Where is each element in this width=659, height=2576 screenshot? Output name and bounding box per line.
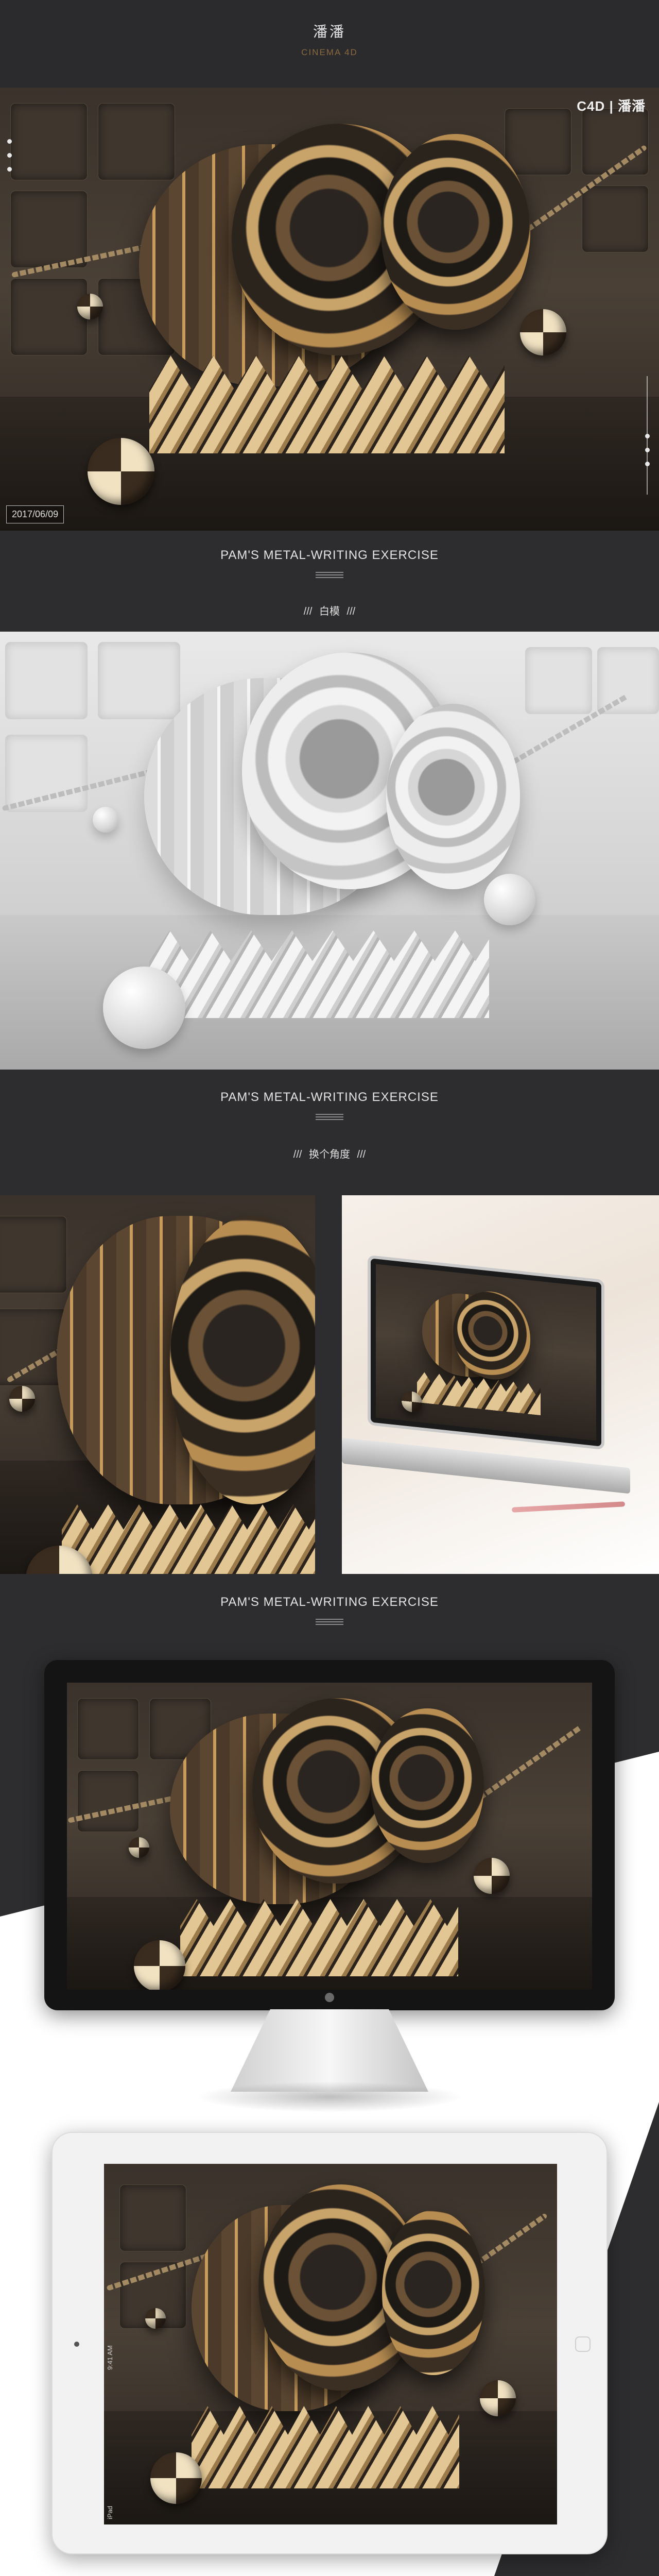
section-subtitle-1: /// 白模 /// [303, 606, 356, 617]
desktop-monitor [44, 1660, 615, 2010]
monitor-ball-small [129, 1837, 149, 1858]
tablet-screen: iPad 9:41 AM [104, 2164, 557, 2524]
pencil [511, 1501, 626, 1513]
tablet-status-carrier: iPad [106, 2505, 114, 2519]
angle-closeup-render [0, 1195, 315, 1574]
section-divider-2 [316, 1114, 343, 1120]
tablet-home-button[interactable] [575, 2336, 591, 2352]
date-stamp: 2017/06/09 [6, 505, 64, 523]
checkered-ball-small [77, 294, 103, 319]
white-coil-right [386, 704, 520, 889]
monitor-coil-right [371, 1708, 484, 1863]
pager-dots-right[interactable] [645, 434, 650, 476]
white-model-render [0, 632, 659, 1070]
page-subtitle: CINEMA 4D [301, 47, 358, 57]
apple-logo-icon [325, 1993, 334, 2002]
laptop-screen [368, 1255, 604, 1450]
tablet-ball-large [150, 2452, 202, 2504]
laptop-screen-render [376, 1264, 596, 1441]
tablet-ball-right [480, 2380, 516, 2416]
white-ball-small [93, 807, 118, 833]
monitor-ball-large [134, 1940, 185, 1990]
page-header: 潘潘 CINEMA 4D [0, 0, 659, 88]
stand-shadow [196, 2081, 463, 2112]
white-ball-large [103, 967, 185, 1049]
hero-render: C4D | 潘潘 2017/06/09 [0, 88, 659, 531]
section-title-2: PAM'S METAL-WRITING EXERCISE [220, 1090, 439, 1104]
brand-logo: C4D | 潘潘 [577, 98, 646, 114]
closeup-ball-small [9, 1386, 35, 1412]
section-divider-3 [316, 1619, 343, 1625]
laptop-zigzag [417, 1371, 541, 1415]
monitor-ball-right [474, 1858, 510, 1894]
page-title: 潘潘 [313, 24, 346, 40]
monitor-screen-render [67, 1683, 592, 1990]
tablet-status-time: 9:41 AM [106, 2345, 114, 2370]
metal-coil-right [381, 134, 530, 330]
section-title-3: PAM'S METAL-WRITING EXERCISE [220, 1595, 439, 1609]
laptop-photo [342, 1195, 659, 1574]
checkered-ball-large [88, 438, 154, 505]
section-divider-1 [316, 572, 343, 578]
checkered-ball-right [520, 309, 566, 355]
tablet-screen-render [104, 2164, 557, 2524]
white-ball-right [484, 874, 535, 925]
tablet-ball-small [145, 2308, 166, 2329]
section-title-1: PAM'S METAL-WRITING EXERCISE [220, 548, 439, 562]
tablet-coil-right [382, 2210, 485, 2375]
tablet-device: iPad 9:41 AM [51, 2132, 608, 2554]
section-subtitle-2: /// 换个角度 /// [293, 1149, 366, 1160]
pager-dots-left[interactable] [7, 139, 12, 181]
tablet-camera-icon [74, 2342, 79, 2347]
